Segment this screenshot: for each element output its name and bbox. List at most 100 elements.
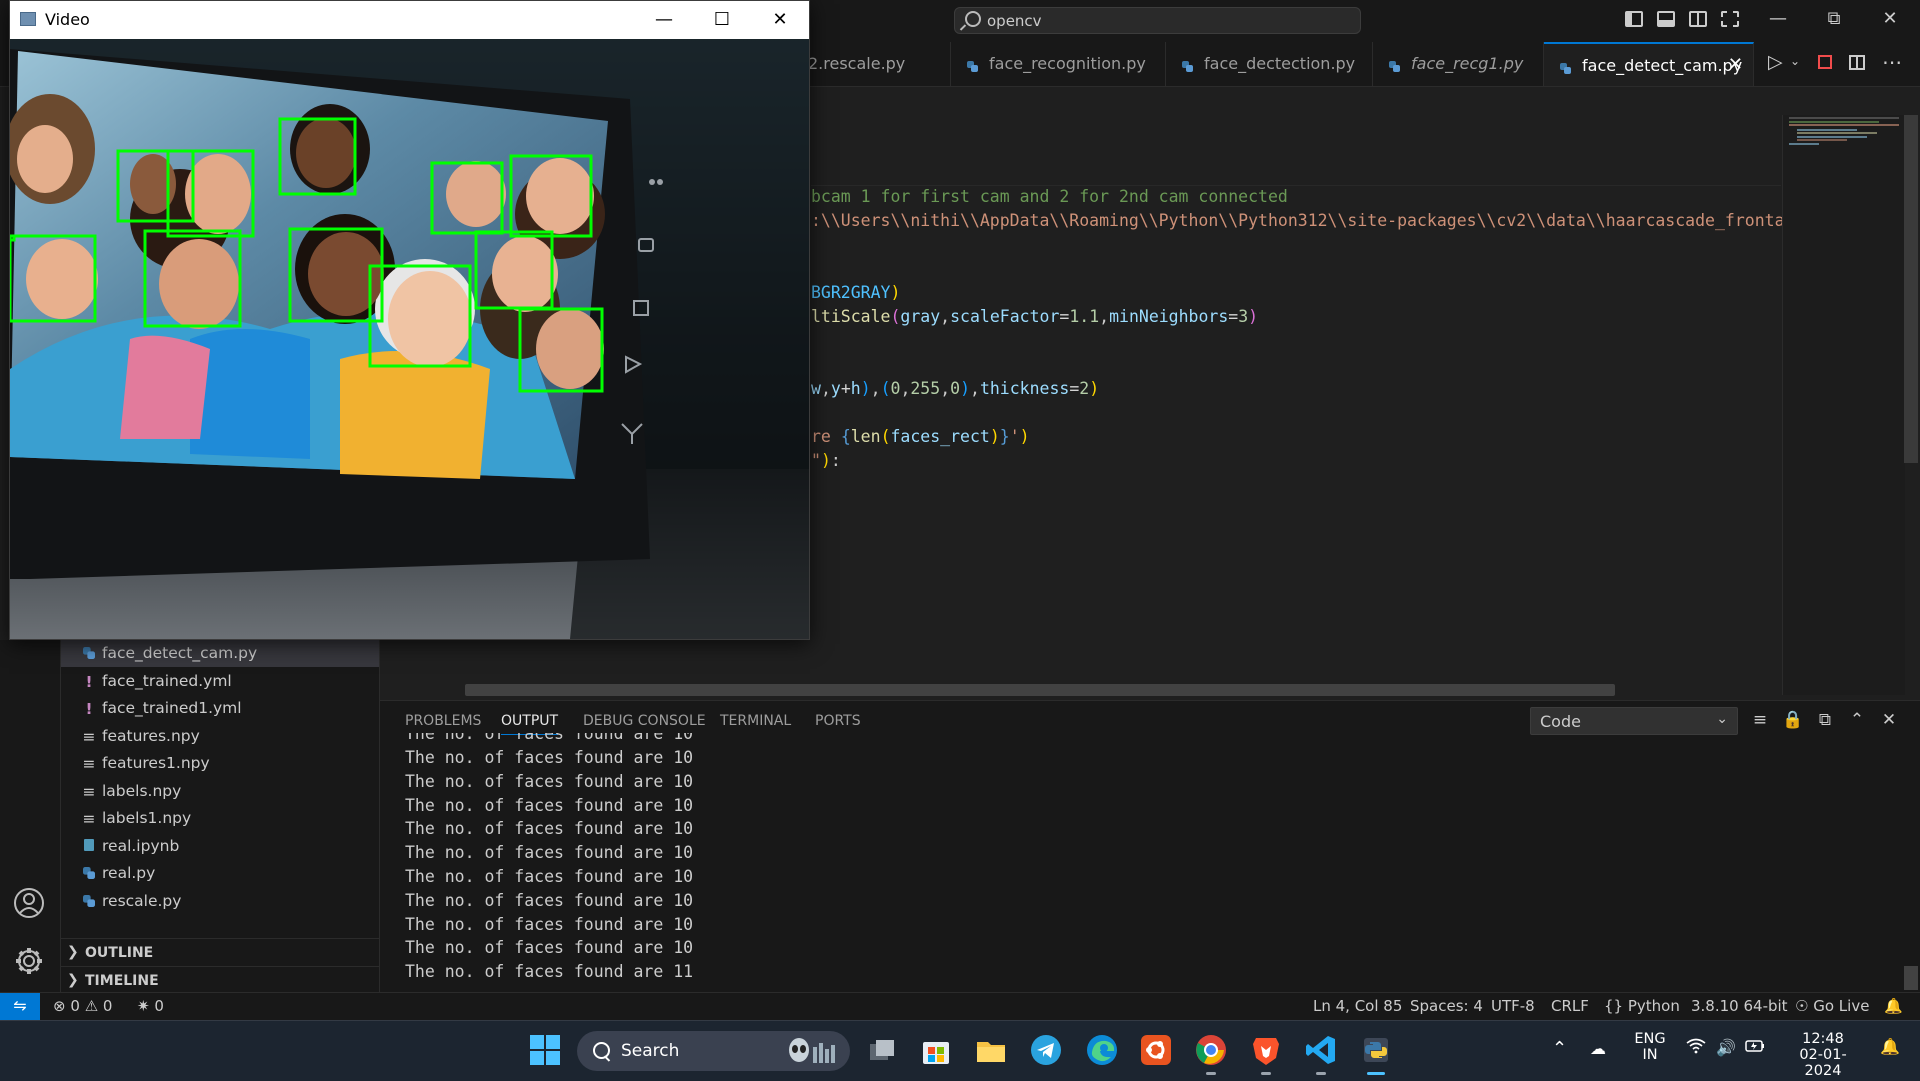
problems-indicator[interactable]: ⊗ 0 ⚠ 0 <box>53 997 112 1015</box>
tab-problems[interactable]: PROBLEMS <box>405 713 481 729</box>
onedrive-cloud-icon[interactable]: ☁ <box>1590 1039 1606 1058</box>
file-item[interactable]: real.py <box>61 860 379 887</box>
telegram-icon[interactable] <box>1030 1034 1062 1066</box>
close-icon[interactable]: ✕ <box>1879 8 1901 32</box>
language-mode[interactable]: {} Python <box>1604 997 1680 1015</box>
command-center-search[interactable]: opencv <box>954 7 1361 34</box>
clock[interactable]: 12:48 02-01-2024 <box>1783 1031 1863 1079</box>
edge-icon[interactable] <box>1086 1034 1118 1066</box>
encoding[interactable]: UTF-8 <box>1491 997 1535 1015</box>
customize-layout-icon[interactable] <box>1721 11 1739 27</box>
python-icon[interactable] <box>1360 1034 1392 1066</box>
tab-face-recognition[interactable]: face_recognition.py <box>951 42 1166 86</box>
indentation[interactable]: Spaces: 4 <box>1410 997 1483 1015</box>
file-item[interactable]: real.ipynb <box>61 833 379 860</box>
brave-icon[interactable] <box>1250 1034 1282 1066</box>
lock-scroll-icon[interactable]: 🔒 <box>1782 710 1804 730</box>
cursor-position[interactable]: Ln 4, Col 85 <box>1313 997 1402 1015</box>
run-dropdown-icon[interactable]: ⌄ <box>1790 54 1800 68</box>
clock-time: 12:48 <box>1802 1031 1844 1047</box>
manage-gear-icon[interactable] <box>13 945 45 981</box>
restore-icon[interactable]: ⧉ <box>1823 8 1845 32</box>
notifications-bell-icon[interactable]: 🔔 <box>1884 997 1903 1015</box>
output-channel-select[interactable]: Code ⌄ <box>1530 707 1738 735</box>
more-actions-icon[interactable]: ⋯ <box>1882 50 1902 74</box>
video-window-title-bar[interactable]: Video — ☐ ✕ <box>10 1 809 39</box>
panel-scrollbar[interactable] <box>1904 966 1918 990</box>
go-live-button[interactable]: ☉ Go Live <box>1795 997 1869 1015</box>
battery-icon[interactable] <box>1745 1039 1765 1057</box>
tab-face-recg1[interactable]: face_recg1.py <box>1373 42 1544 86</box>
notebook-file-icon <box>81 838 97 856</box>
code-token: , <box>1099 307 1110 326</box>
split-editor-icon[interactable] <box>1849 55 1865 70</box>
chevron-up-icon[interactable]: ⌃ <box>1552 1038 1567 1059</box>
close-tab-icon[interactable]: ✕ <box>1728 54 1743 75</box>
run-icon[interactable]: ▷ <box>1768 51 1783 73</box>
vscode-icon[interactable] <box>1305 1034 1337 1066</box>
toggle-secondary-sidebar-icon[interactable] <box>1689 11 1707 27</box>
clear-output-icon[interactable]: ⧉ <box>1814 710 1836 730</box>
file-item[interactable]: ! face_trained1.yml <box>61 695 379 722</box>
minimize-icon[interactable]: — <box>1767 8 1789 32</box>
code-line: w,y+h),(0,255,0),thickness=2) <box>811 379 1099 398</box>
code-token: = <box>1069 379 1080 398</box>
status-bar: ⇋ ⊗ 0 ⚠ 0 ✷ 0 Ln 4, Col 85 Spaces: 4 UTF… <box>0 992 1920 1021</box>
tab-debug-console[interactable]: DEBUG CONSOLE <box>583 713 706 729</box>
tab-face-detect-cam[interactable]: face_detect_cam.py ✕ <box>1544 42 1754 86</box>
windows-start-icon[interactable] <box>529 1034 561 1066</box>
tab-face-dectection[interactable]: face_dectection.py <box>1166 42 1373 86</box>
python-file-icon <box>1560 59 1571 74</box>
code-token: : <box>830 451 841 470</box>
word-wrap-list-icon[interactable]: ≡ <box>1749 710 1771 730</box>
toggle-primary-sidebar-icon[interactable] <box>1625 11 1643 27</box>
code-token: gray <box>900 307 941 326</box>
file-explorer-icon[interactable] <box>975 1034 1007 1066</box>
python-interpreter[interactable]: 3.8.10 64-bit <box>1691 997 1788 1015</box>
code-token: 255 <box>910 379 941 398</box>
ports-count: 0 <box>154 997 164 1015</box>
output-channel-value: Code <box>1540 712 1581 731</box>
maximize-icon[interactable]: ☐ <box>702 5 742 35</box>
file-item[interactable]: ≡ labels1.npy <box>61 805 379 832</box>
toggle-panel-icon[interactable] <box>1657 11 1675 27</box>
tab-terminal[interactable]: TERMINAL <box>720 713 791 729</box>
remote-indicator-icon[interactable]: ⇋ <box>0 993 40 1021</box>
video-window[interactable]: Video — ☐ ✕ <box>5 0 810 640</box>
stop-icon[interactable] <box>1818 55 1832 69</box>
code-token: ltiScale <box>811 307 891 326</box>
close-icon[interactable]: ✕ <box>760 5 800 35</box>
tab-ports[interactable]: PORTS <box>815 713 861 729</box>
notifications-bell-icon[interactable]: 🔔 <box>1880 1037 1900 1056</box>
file-item[interactable]: ≡ labels.npy <box>61 778 379 805</box>
file-item[interactable]: ≡ features1.npy <box>61 750 379 777</box>
line-ending[interactable]: CRLF <box>1551 997 1589 1015</box>
minimize-icon[interactable]: — <box>644 5 684 35</box>
ports-indicator[interactable]: ✷ 0 <box>137 997 164 1015</box>
code-token: ' <box>1009 427 1020 446</box>
file-item[interactable]: ! face_trained.yml <box>61 668 379 695</box>
ubuntu-icon[interactable] <box>1140 1034 1172 1066</box>
file-item[interactable]: face_detect_cam.py <box>61 640 379 667</box>
taskbar-search[interactable]: Search <box>577 1031 850 1071</box>
chrome-icon[interactable] <box>1195 1034 1227 1066</box>
microsoft-store-icon[interactable] <box>920 1034 952 1066</box>
volume-icon[interactable]: 🔊 <box>1716 1038 1736 1057</box>
language-indicator[interactable]: ENG IN <box>1633 1031 1667 1063</box>
accounts-icon[interactable] <box>13 887 45 923</box>
timeline-section[interactable]: ❯ TIMELINE <box>61 966 379 995</box>
maximize-panel-icon[interactable]: ⌃ <box>1846 710 1868 730</box>
minimap[interactable] <box>1782 115 1905 695</box>
file-item[interactable]: rescale.py <box>61 888 379 915</box>
close-panel-icon[interactable]: ✕ <box>1878 710 1900 730</box>
code-token: w <box>811 379 821 398</box>
outline-section[interactable]: ❯ OUTLINE <box>61 938 379 967</box>
output-line: The no. of faces found are 10 <box>405 771 694 791</box>
editor-vertical-scrollbar[interactable] <box>1904 115 1918 463</box>
editor-horizontal-scrollbar[interactable] <box>465 684 1615 696</box>
output-line-partial: The no. of faces found are 10 <box>405 733 693 745</box>
tab-output[interactable]: OUTPUT <box>501 713 559 735</box>
file-item[interactable]: ≡ features.npy <box>61 723 379 750</box>
task-view-icon[interactable] <box>866 1034 898 1066</box>
wifi-icon[interactable] <box>1686 1038 1706 1058</box>
